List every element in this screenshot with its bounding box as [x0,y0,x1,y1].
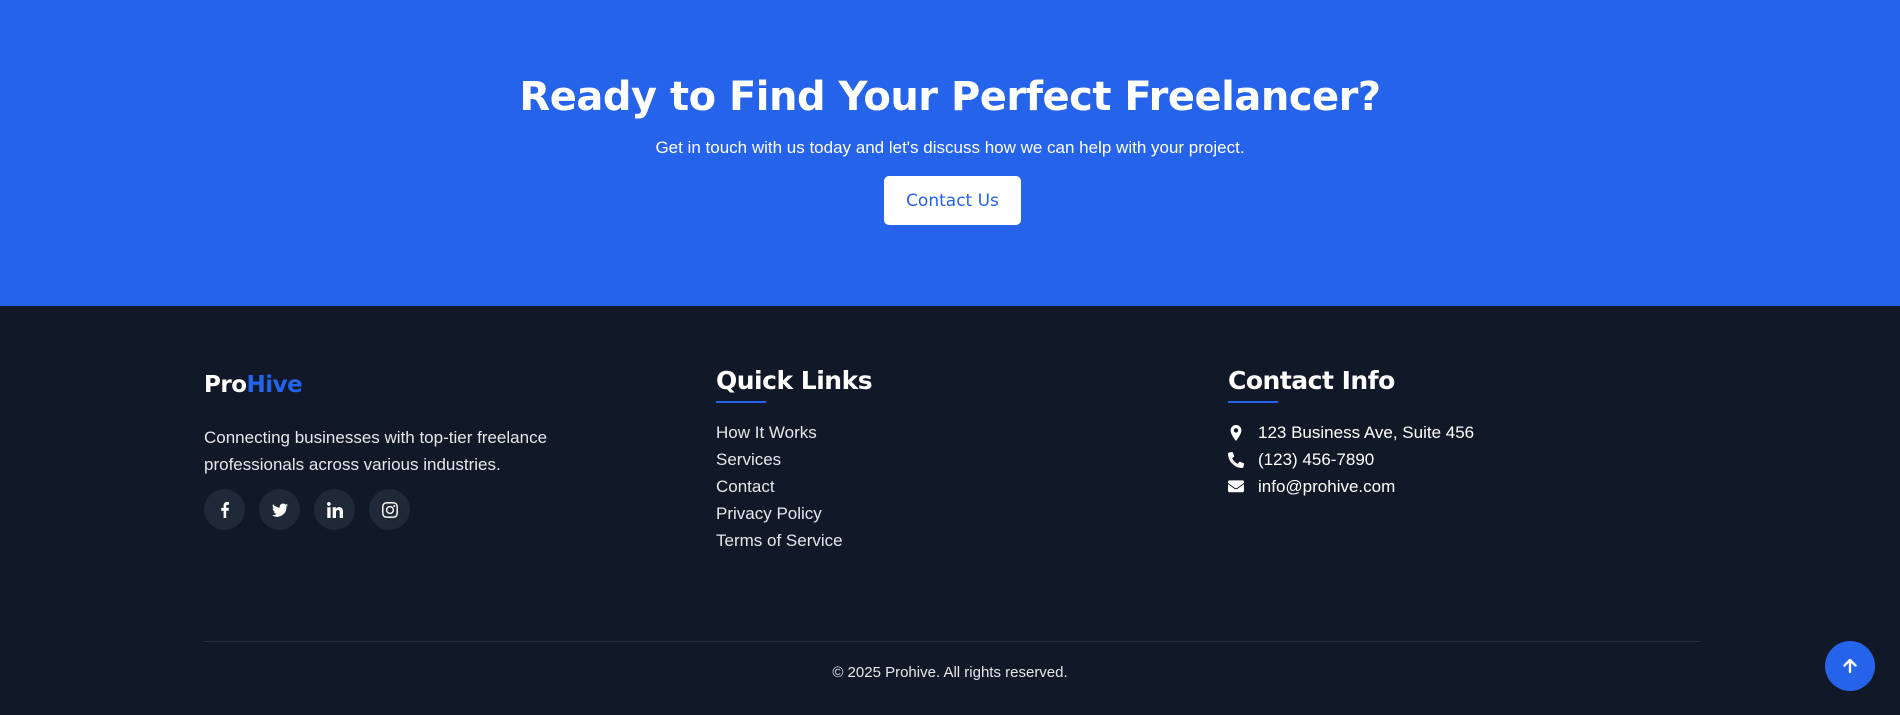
linkedin-link[interactable] [314,489,355,530]
phone-icon [1228,452,1244,468]
contact-email-text[interactable]: info@prohive.com [1258,469,1395,505]
instagram-link[interactable] [369,489,410,530]
brand-description: Connecting businesses with top-tier free… [204,428,548,474]
cta-title: Ready to Find Your Perfect Freelancer? [519,74,1381,120]
footer-divider [204,641,1700,642]
footer-logo[interactable]: ProHive [204,370,303,400]
linkedin-icon [326,501,343,518]
arrow-up-icon [1843,658,1857,674]
contact-info-underline [1228,401,1278,403]
cta-section: Ready to Find Your Perfect Freelancer? G… [0,0,1900,306]
quick-links-underline [716,401,766,403]
scroll-to-top-button[interactable] [1825,641,1875,691]
contact-email: info@prohive.com [1228,469,1474,505]
link-terms-of-service[interactable]: Terms of Service [716,523,843,559]
logo-part-pro: Pro [204,372,247,398]
instagram-icon [381,501,398,518]
contact-info-list: 123 Business Ave, Suite 456 (123) 456-78… [1228,423,1474,505]
facebook-link[interactable] [204,489,245,530]
twitter-link[interactable] [259,489,300,530]
social-links [204,489,410,530]
quick-links-title: Quick Links [716,366,873,395]
site-footer: ProHive Connecting businesses with top-t… [0,306,1900,715]
logo-part-hive: Hive [246,372,303,398]
contact-info-title: Contact Info [1228,366,1395,395]
copyright-text: © 2025 Prohive. All rights reserved. [832,664,1068,681]
map-pin-icon [1230,425,1242,441]
cta-subtitle: Get in touch with us today and let's dis… [655,138,1245,157]
contact-us-button[interactable]: Contact Us [884,176,1021,225]
quick-links-list: How It Works Services Contact Privacy Po… [716,423,843,559]
envelope-icon [1228,480,1244,493]
facebook-icon [220,501,229,518]
twitter-icon [271,503,288,517]
